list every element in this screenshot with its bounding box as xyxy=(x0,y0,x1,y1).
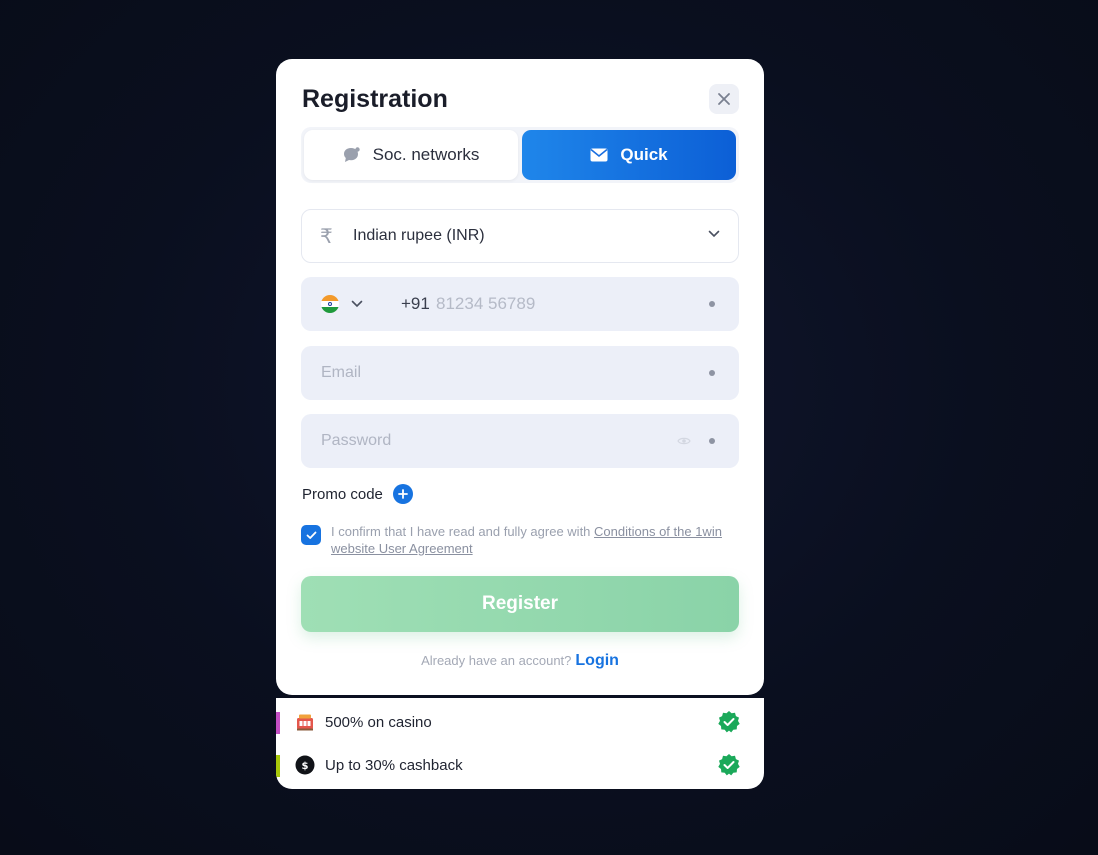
india-flag-icon[interactable] xyxy=(321,295,339,313)
tab-soc-networks-label: Soc. networks xyxy=(372,145,480,164)
bonus-accent-bar xyxy=(276,712,280,734)
agreement-checkbox[interactable] xyxy=(301,525,321,545)
cashback-icon: $ xyxy=(295,755,315,775)
phone-country-code: +91 xyxy=(401,294,430,313)
bonus-item: 500% on casino xyxy=(276,702,764,742)
checkmark-icon xyxy=(306,531,316,539)
phone-input[interactable]: 81234 56789 xyxy=(436,294,535,314)
eye-icon[interactable] xyxy=(677,436,691,446)
country-chevron-down-icon[interactable] xyxy=(351,300,363,308)
registration-tabs: Soc. networks Quick xyxy=(301,127,739,183)
login-prompt: Already have an account? xyxy=(421,653,572,668)
rupee-icon: ₹ xyxy=(320,225,333,248)
email-field[interactable]: Email xyxy=(301,346,739,400)
close-button[interactable] xyxy=(709,84,739,114)
login-link[interactable]: Login xyxy=(575,652,619,669)
bonus-text: 500% on casino xyxy=(325,713,432,731)
bonus-panel: 500% on casino $ Up to 30% cashback xyxy=(276,698,764,789)
currency-value: Indian rupee (INR) xyxy=(353,227,485,244)
registration-modal: Registration Soc. networks Quick ₹ India… xyxy=(276,59,764,695)
plus-icon[interactable] xyxy=(392,484,413,504)
promo-code-label: Promo code xyxy=(302,485,383,503)
svg-text:$: $ xyxy=(302,761,309,772)
verified-check-icon xyxy=(718,754,740,776)
envelope-icon xyxy=(590,148,608,162)
tab-quick-label: Quick xyxy=(620,145,668,164)
required-dot-icon xyxy=(709,438,715,444)
bonus-accent-bar xyxy=(276,755,280,777)
email-input[interactable]: Email xyxy=(321,364,361,382)
casino-icon xyxy=(297,714,313,731)
bonus-text: Up to 30% cashback xyxy=(325,756,463,774)
chat-bubble-icon xyxy=(343,147,360,162)
currency-select[interactable]: ₹ Indian rupee (INR) xyxy=(301,209,739,263)
password-field[interactable]: Password xyxy=(301,414,739,468)
password-input[interactable]: Password xyxy=(321,432,391,450)
promo-code-row[interactable]: Promo code xyxy=(302,484,413,504)
agreement-text: I confirm that I have read and fully agr… xyxy=(331,523,723,557)
modal-title: Registration xyxy=(302,85,448,113)
close-icon xyxy=(718,93,730,105)
login-row: Already have an account? Login xyxy=(276,652,764,670)
chevron-down-icon xyxy=(708,230,720,238)
bonus-item: $ Up to 30% cashback xyxy=(276,745,764,785)
register-button[interactable]: Register xyxy=(301,576,739,632)
agreement-text-prefix: I confirm that I have read and fully agr… xyxy=(331,524,595,539)
tab-quick[interactable]: Quick xyxy=(522,130,736,180)
verified-check-icon xyxy=(718,711,740,733)
tab-soc-networks[interactable]: Soc. networks xyxy=(304,130,518,180)
phone-field[interactable]: +91 81234 56789 xyxy=(301,277,739,331)
required-dot-icon xyxy=(709,301,715,307)
required-dot-icon xyxy=(709,370,715,376)
